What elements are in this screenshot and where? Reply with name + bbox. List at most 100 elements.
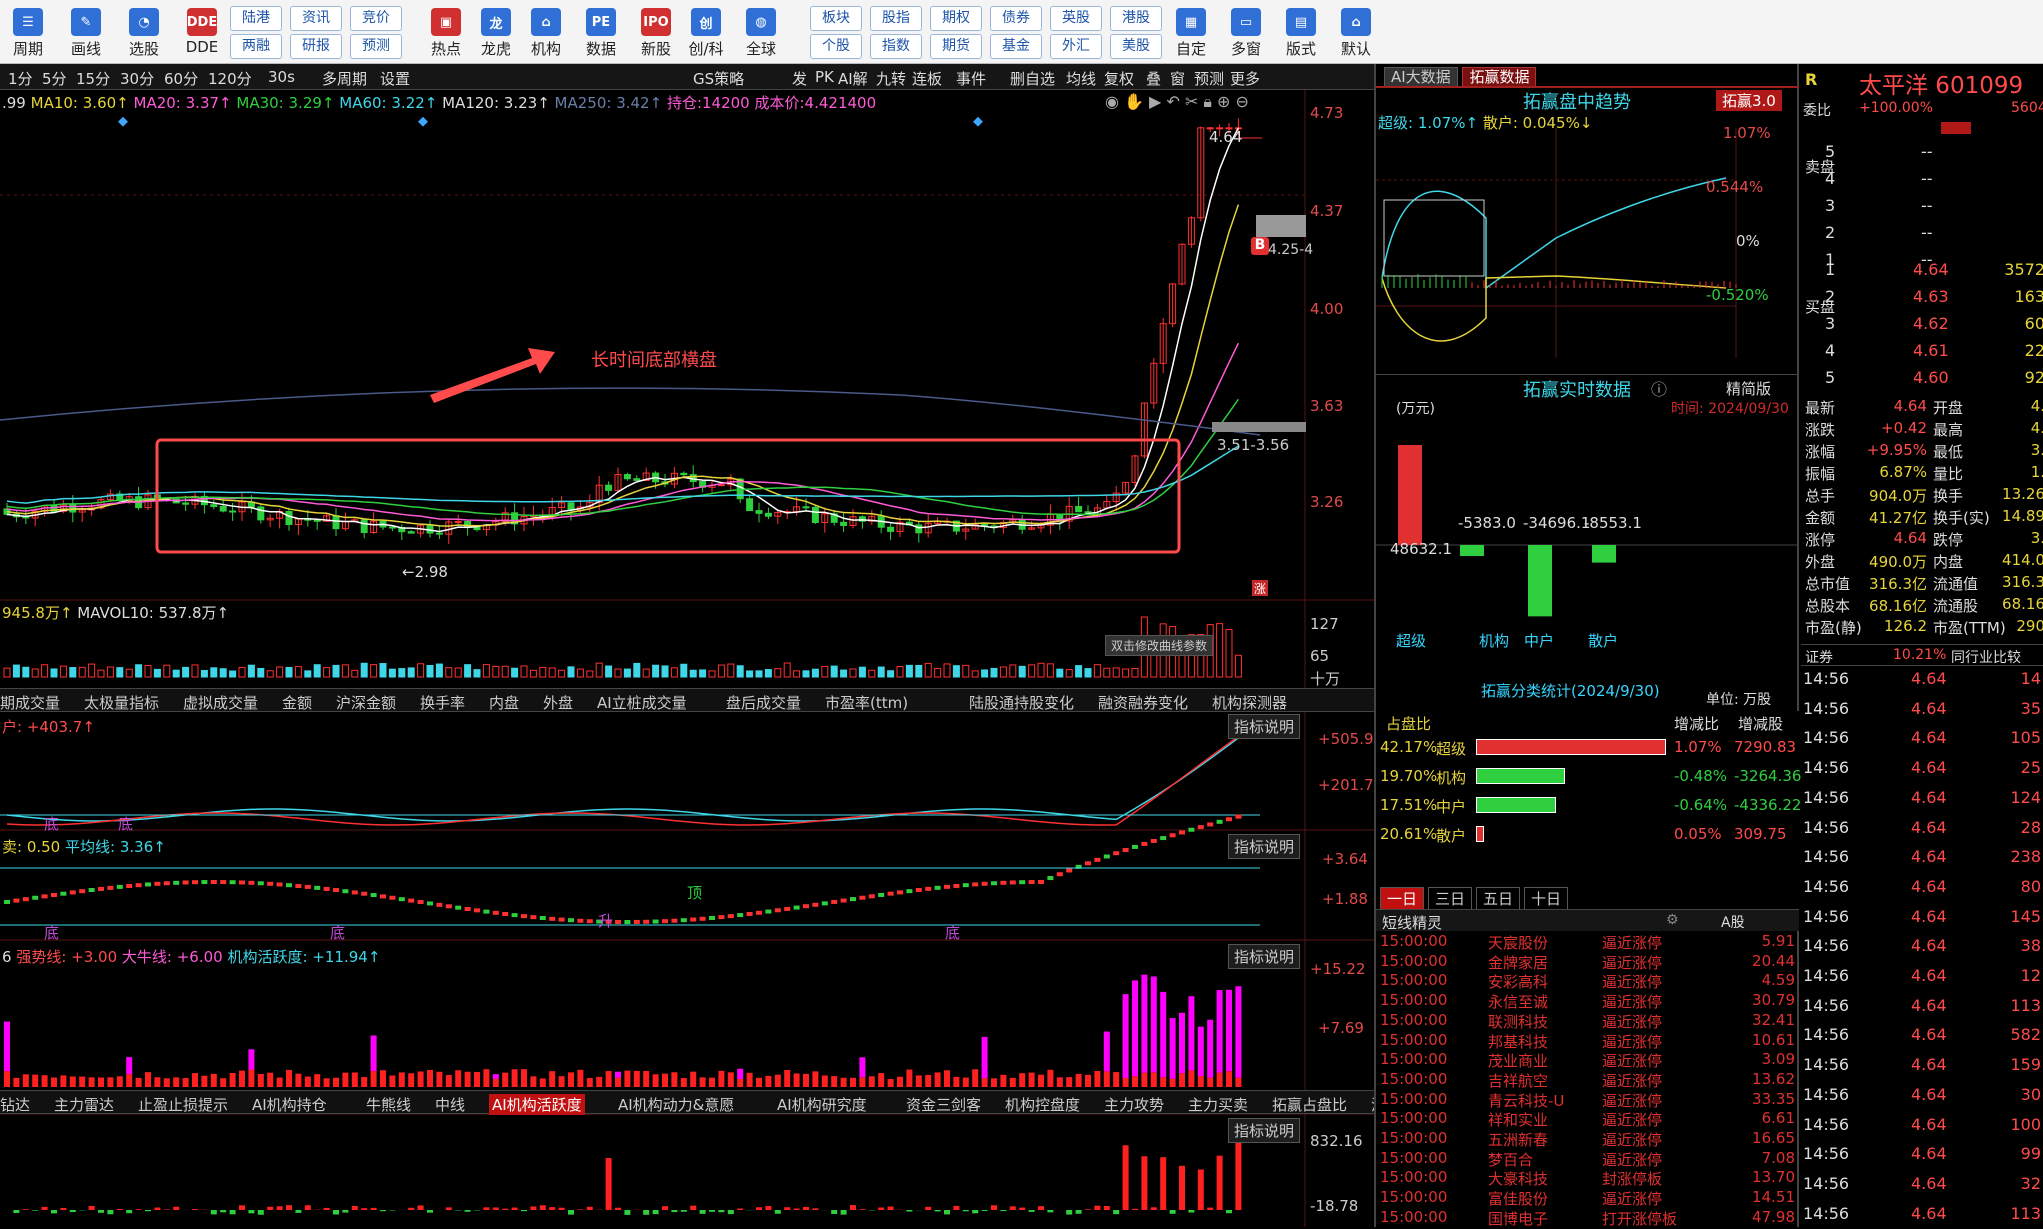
- toolbar-small-button[interactable]: 外汇: [1050, 34, 1102, 59]
- period-4[interactable]: 30分: [120, 68, 154, 89]
- indicator-tab[interactable]: 虚拟成交量: [183, 692, 258, 713]
- toolbar-small-button[interactable]: 债券: [990, 6, 1042, 31]
- period-tab[interactable]: 一日: [1380, 887, 1424, 910]
- sprite-settings-icon[interactable]: ⚙: [1666, 912, 1679, 928]
- sprite-row[interactable]: 15:00:00天宸股份逼近涨停5.91: [1376, 932, 1799, 952]
- indicator-tab[interactable]: 资金三剑客: [906, 1094, 981, 1115]
- toolbar-small-button[interactable]: 美股: [1110, 34, 1162, 59]
- toolbar-right-item[interactable]: 均线: [1066, 68, 1096, 89]
- toolbar-home-button[interactable]: ⌂默认: [1330, 0, 1382, 64]
- toolbar-hotspot-button[interactable]: ▣热点: [420, 0, 472, 64]
- toolbar-small-button[interactable]: 陆港: [230, 6, 282, 31]
- toolbar-small-button[interactable]: 股指: [870, 6, 922, 31]
- toolbar-multiwindow-button[interactable]: ▭多窗: [1220, 0, 1272, 64]
- indicator-tab[interactable]: 主力攻势: [1104, 1094, 1164, 1115]
- toolbar-right-item[interactable]: 复权: [1104, 68, 1134, 89]
- toolbar-small-button[interactable]: 两融: [230, 34, 282, 59]
- chart-tool-icons[interactable]: ◉ ✋ ▶ ↶ ✂ 🔒︎ ⊕ ⊖: [1105, 92, 1249, 112]
- indicator-tab[interactable]: 沪深金额: [336, 692, 396, 713]
- sprite-row[interactable]: 15:00:00邦基科技逼近涨停10.61: [1376, 1031, 1799, 1051]
- period-3[interactable]: 15分: [76, 68, 110, 89]
- sprite-row[interactable]: 15:00:00金牌家居逼近涨停20.44: [1376, 952, 1799, 972]
- toolbar-right-item[interactable]: 九转: [876, 68, 906, 89]
- indicator-tab[interactable]: 机构控盘度: [1005, 1094, 1080, 1115]
- period-2[interactable]: 5分: [42, 68, 67, 89]
- realtime-mode[interactable]: 精简版: [1726, 378, 1771, 399]
- sprite-row[interactable]: 15:00:00五洲新春逼近涨停16.65: [1376, 1129, 1799, 1149]
- indicator-tab[interactable]: 止盈止损提示: [138, 1094, 228, 1115]
- period-9[interactable]: 设置: [380, 68, 410, 89]
- indicator-tab[interactable]: 机构探测器: [1212, 692, 1287, 713]
- toolbar-chuang-button[interactable]: 创创/科: [680, 0, 732, 64]
- tab-ai-bigdata[interactable]: AI大数据: [1384, 67, 1458, 87]
- sprite-market[interactable]: A股: [1721, 912, 1745, 932]
- indicator-tab[interactable]: 市盈率(ttm): [825, 692, 908, 713]
- indicator-tab[interactable]: 内盘: [489, 692, 519, 713]
- indicator-tab[interactable]: 陆股通持股变化: [969, 692, 1074, 713]
- indicator-tab[interactable]: AI立桩成交量: [597, 692, 687, 713]
- edit-params-tip[interactable]: 双击修改曲线参数: [1105, 635, 1213, 656]
- toolbar-small-button[interactable]: 基金: [990, 34, 1042, 59]
- toolbar-right-item[interactable]: 发: [792, 68, 807, 89]
- toolbar-gauge-button[interactable]: ◔选股: [118, 0, 170, 64]
- indicator-tab[interactable]: 盘后成交量: [726, 692, 801, 713]
- toolbar-small-button[interactable]: 资讯: [290, 6, 342, 31]
- sprite-row[interactable]: 15:00:00国博电子打开涨停板47.98: [1376, 1208, 1799, 1228]
- toolbar-right-item[interactable]: PK: [815, 68, 834, 86]
- toolbar-right-item[interactable]: 连板: [912, 68, 942, 89]
- sprite-row[interactable]: 15:00:00安彩高科逼近涨停4.59: [1376, 971, 1799, 991]
- indicator-tab[interactable]: 金额: [282, 692, 312, 713]
- indicator-tab[interactable]: 期成交量: [0, 692, 60, 713]
- toolbar-small-button[interactable]: 期权: [930, 6, 982, 31]
- indicator-tab[interactable]: 换手率: [420, 692, 465, 713]
- toolbar-right-item[interactable]: AI解: [838, 68, 868, 89]
- toolbar-right-item[interactable]: 删自选: [1010, 68, 1055, 89]
- indicator-tab[interactable]: 钻达: [0, 1094, 30, 1115]
- indicator-tab[interactable]: 融资融券变化: [1098, 692, 1188, 713]
- toolbar-right-item[interactable]: 更多: [1230, 68, 1260, 89]
- indicator-tab[interactable]: 主力买卖: [1188, 1094, 1248, 1115]
- indicator-tab[interactable]: AI机构持仓: [252, 1094, 327, 1115]
- indicator-tab[interactable]: 太极量指标: [84, 692, 159, 713]
- toolbar-small-button[interactable]: 预测: [350, 34, 402, 59]
- toolbar-small-button[interactable]: 板块: [810, 6, 862, 31]
- toolbar-ipo-button[interactable]: IPO新股: [630, 0, 682, 64]
- toolbar-custom-button[interactable]: ▦自定: [1165, 0, 1217, 64]
- tab-tuoying-data[interactable]: 拓赢数据: [1462, 67, 1536, 87]
- period-7[interactable]: 30s: [268, 68, 295, 86]
- indicator-tab[interactable]: 中线: [435, 1094, 465, 1115]
- p2-help-button[interactable]: 指标说明: [1228, 834, 1300, 859]
- toolbar-small-button[interactable]: 个股: [810, 34, 862, 59]
- toolbar-small-button[interactable]: 研报: [290, 34, 342, 59]
- sprite-row[interactable]: 15:00:00茂业商业逼近涨停3.09: [1376, 1050, 1799, 1070]
- period-5[interactable]: 60分: [164, 68, 198, 89]
- toolbar-layout-button[interactable]: ▤版式: [1275, 0, 1327, 64]
- toolbar-small-button[interactable]: 指数: [870, 34, 922, 59]
- toolbar-dragon-button[interactable]: 龙龙虎: [470, 0, 522, 64]
- period-6[interactable]: 120分: [208, 68, 252, 89]
- toolbar-small-button[interactable]: 竞价: [350, 6, 402, 31]
- toolbar-right-item[interactable]: 窗: [1170, 68, 1185, 89]
- industry-compare[interactable]: 同行业比较: [1951, 647, 2021, 667]
- toolbar-institution-button[interactable]: ⌂机构: [520, 0, 572, 64]
- sprite-row[interactable]: 15:00:00祥和实业逼近涨停6.61: [1376, 1109, 1799, 1129]
- sprite-row[interactable]: 15:00:00青云科技-U逼近涨停33.35: [1376, 1090, 1799, 1110]
- toolbar-right-item[interactable]: 事件: [956, 68, 986, 89]
- period-tab[interactable]: 三日: [1428, 887, 1472, 910]
- p3-help-button[interactable]: 指标说明: [1228, 944, 1300, 969]
- sprite-row[interactable]: 15:00:00富佳股份逼近涨停14.51: [1376, 1188, 1799, 1208]
- sprite-row[interactable]: 15:00:00联测科技逼近涨停32.41: [1376, 1011, 1799, 1031]
- p1-help-button[interactable]: 指标说明: [1228, 714, 1300, 739]
- sprite-row[interactable]: 15:00:00永信至诚逼近涨停30.79: [1376, 991, 1799, 1011]
- sprite-row[interactable]: 15:00:00梦百合逼近涨停7.08: [1376, 1149, 1799, 1169]
- indicator-tab[interactable]: AI机构研究度: [777, 1094, 867, 1115]
- period-1[interactable]: 1分: [8, 68, 33, 89]
- strategy-select[interactable]: GS策略: [693, 68, 744, 89]
- indicator-tab[interactable]: 主力雷达: [54, 1094, 114, 1115]
- period-tab[interactable]: 五日: [1476, 887, 1520, 910]
- toolbar-right-item[interactable]: 叠: [1146, 68, 1161, 89]
- sprite-row[interactable]: 15:00:00吉祥航空逼近涨停13.62: [1376, 1070, 1799, 1090]
- indicator-tab[interactable]: AI机构活跃度: [489, 1094, 585, 1115]
- indicator-tab[interactable]: AI机构动力&意愿: [618, 1094, 734, 1115]
- toolbar-right-item[interactable]: 预测: [1194, 68, 1224, 89]
